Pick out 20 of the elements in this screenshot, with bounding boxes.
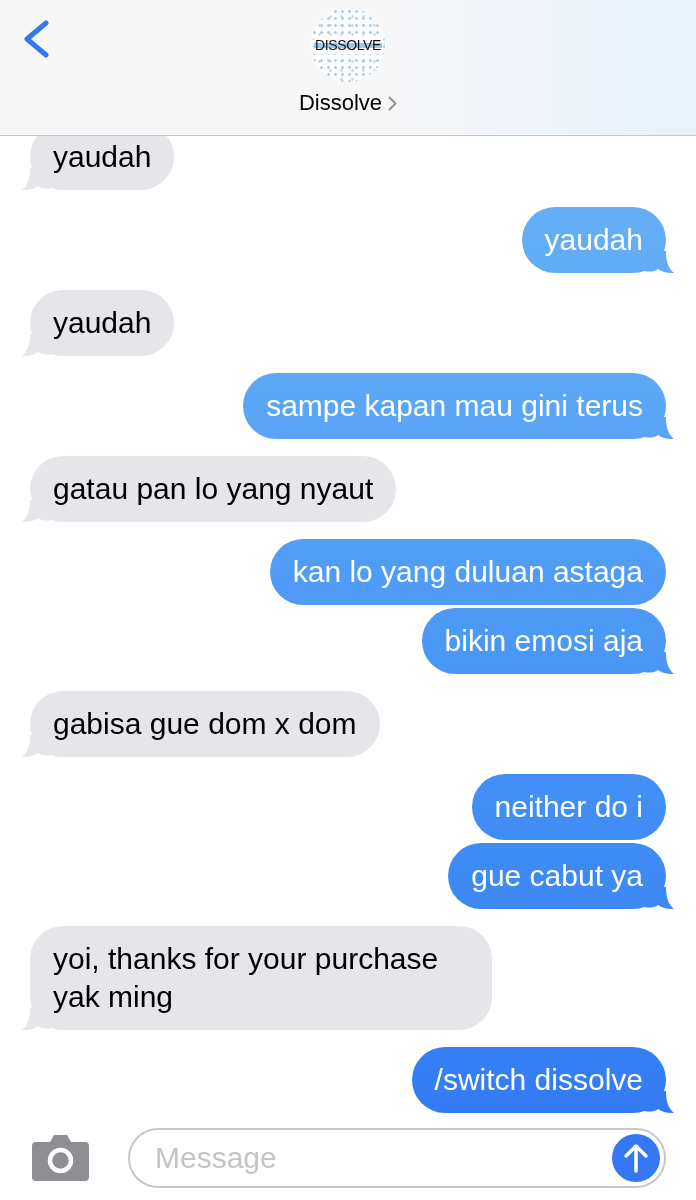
sent-message-bubble: neither do i [471, 774, 666, 840]
contact-button[interactable]: Dissolve [298, 90, 398, 116]
received-message-bubble: gabisa gue dom x dom [30, 691, 380, 757]
chevron-left-icon [22, 20, 50, 58]
received-message-bubble: gatau pan lo yang nyaut [30, 456, 397, 522]
sent-message-bubble: kan lo yang duluan astaga [269, 539, 666, 605]
received-message-bubble: yoi, thanks for your purchase yak ming [30, 926, 492, 1030]
sent-message-bubble: bikin emosi aja [421, 608, 666, 674]
camera-button[interactable] [32, 1135, 89, 1181]
message-field[interactable]: Message [128, 1128, 666, 1188]
sent-message-bubble: sampe kapan mau gini terus [243, 373, 666, 439]
camera-icon [32, 1135, 89, 1181]
arrow-up-icon [623, 1143, 649, 1173]
logo-text: DISSOLVE [314, 36, 382, 54]
sent-message-bubble: gue cabut ya [448, 843, 666, 909]
sent-message-bubble: /switch dissolve [411, 1047, 666, 1113]
received-message-bubble: yaudah [30, 290, 175, 356]
sent-message-bubble: yaudah [521, 207, 666, 273]
received-message-bubble: yaudah [30, 136, 175, 190]
chevron-right-icon [388, 95, 398, 111]
